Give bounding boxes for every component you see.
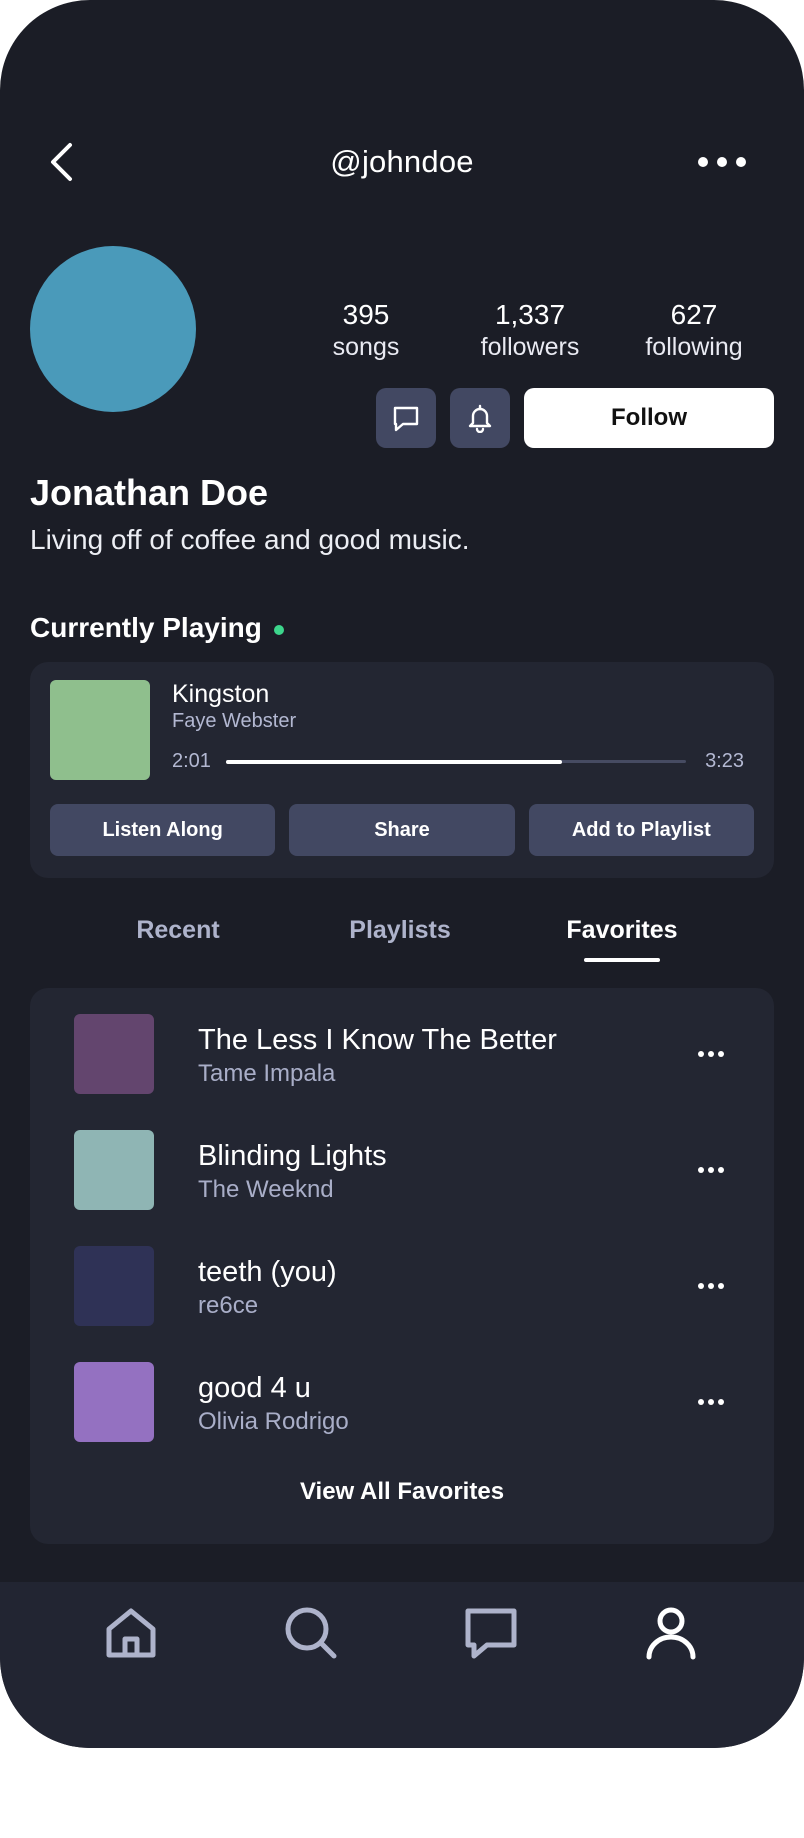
stat-value: 627: [670, 299, 718, 330]
progress-fill: [226, 759, 562, 764]
add-to-playlist-button[interactable]: Add to Playlist: [528, 804, 754, 856]
section-title: Currently Playing: [30, 612, 262, 643]
item-more-button[interactable]: [698, 1392, 724, 1412]
profile-tabs: Recent Playlists Favorites: [0, 916, 804, 966]
artist-name: Tame Impala: [198, 1060, 336, 1087]
artist-name[interactable]: Faye Webster: [172, 710, 296, 733]
stat-following[interactable]: 627 following: [624, 298, 764, 362]
album-art: [74, 1014, 154, 1094]
search-icon: [285, 1607, 337, 1659]
currently-playing-heading: Currently Playing: [30, 612, 284, 644]
song-title: teeth (you): [198, 1256, 337, 1288]
chat-icon: [465, 1608, 517, 1659]
item-more-button[interactable]: [698, 1160, 724, 1180]
album-art: [74, 1130, 154, 1210]
tab-playlists[interactable]: Playlists: [300, 916, 500, 945]
more-options-button[interactable]: [698, 152, 746, 172]
profile-bio: Living off of coffee and good music.: [30, 524, 470, 555]
song-title[interactable]: Kingston: [172, 680, 269, 709]
live-indicator-icon: [273, 625, 284, 635]
list-item[interactable]: The Less I Know The Better Tame Impala: [30, 1014, 774, 1094]
stat-songs[interactable]: 395 songs: [296, 298, 436, 362]
list-item[interactable]: teeth (you) re6ce: [30, 1246, 774, 1326]
stat-followers[interactable]: 1,337 followers: [460, 298, 600, 362]
nav-home[interactable]: [100, 1602, 162, 1664]
bottom-nav: [0, 1582, 804, 1748]
list-item[interactable]: Blinding Lights The Weeknd: [30, 1130, 774, 1210]
now-playing-card: Kingston Faye Webster 2:01 3:23 Listen A…: [30, 662, 774, 878]
album-art[interactable]: [50, 680, 150, 780]
song-title: Blinding Lights: [198, 1140, 387, 1172]
item-more-button[interactable]: [698, 1276, 724, 1296]
progress-bar[interactable]: [226, 759, 686, 764]
dot: [698, 157, 708, 167]
stat-value: 1,337: [494, 299, 566, 330]
stat-value: 395: [342, 299, 390, 330]
stat-label: following: [645, 333, 743, 361]
top-bar: @johndoe: [0, 140, 804, 188]
item-more-button[interactable]: [698, 1044, 724, 1064]
list-item[interactable]: good 4 u Olivia Rodrigo: [30, 1362, 774, 1442]
nav-search[interactable]: [280, 1602, 342, 1664]
nav-messages[interactable]: [460, 1602, 522, 1664]
artist-name: Olivia Rodrigo: [198, 1408, 349, 1435]
bell-icon: [468, 404, 492, 433]
nav-profile[interactable]: [640, 1602, 702, 1664]
message-button[interactable]: [376, 388, 436, 448]
active-tab-indicator: [584, 958, 660, 962]
artist-name: The Weeknd: [198, 1176, 334, 1203]
total-time: 3:23: [705, 750, 744, 772]
display-name: Jonathan Doe: [30, 472, 269, 513]
profile-icon: [646, 1607, 696, 1660]
home-icon: [106, 1608, 156, 1658]
favorites-list: The Less I Know The Better Tame Impala B…: [30, 988, 774, 1544]
phone-screen: @johndoe 395 songs 1,337 followers 627 f…: [0, 0, 804, 1748]
elapsed-time: 2:01: [172, 750, 211, 772]
now-playing-actions: Listen Along Share Add to Playlist: [50, 804, 754, 856]
album-art: [74, 1362, 154, 1442]
dot: [717, 157, 727, 167]
message-icon: [393, 406, 419, 432]
share-button[interactable]: Share: [289, 804, 515, 856]
album-art: [74, 1246, 154, 1326]
view-all-favorites-link[interactable]: View All Favorites: [30, 1478, 774, 1506]
follow-button[interactable]: Follow: [524, 388, 774, 448]
notify-button[interactable]: [450, 388, 510, 448]
tab-recent[interactable]: Recent: [78, 916, 278, 945]
listen-along-button[interactable]: Listen Along: [50, 804, 276, 856]
artist-name: re6ce: [198, 1292, 259, 1319]
stat-label: followers: [480, 333, 580, 361]
profile-handle: @johndoe: [330, 144, 474, 179]
avatar[interactable]: [30, 246, 196, 412]
stat-label: songs: [332, 333, 400, 361]
song-title: good 4 u: [198, 1372, 311, 1404]
dot: [736, 157, 746, 167]
tab-favorites[interactable]: Favorites: [522, 916, 722, 945]
song-title: The Less I Know The Better: [198, 1024, 557, 1056]
